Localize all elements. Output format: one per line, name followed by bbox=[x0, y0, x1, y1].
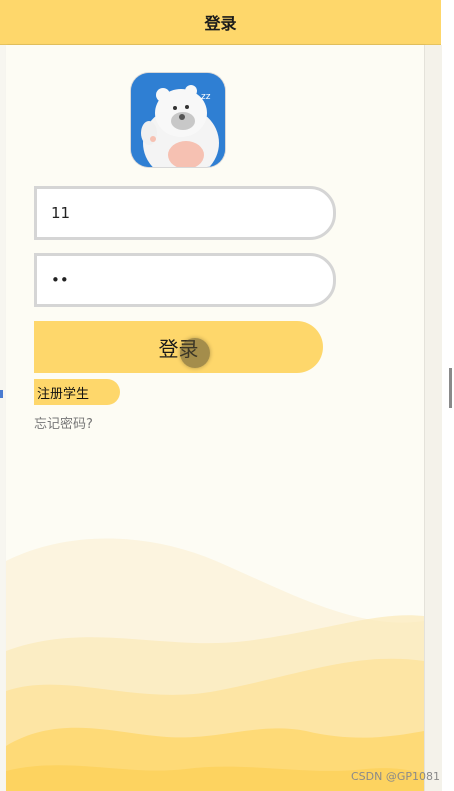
register-button-label: 注册学生 bbox=[37, 386, 90, 402]
login-button[interactable]: 登录 bbox=[34, 321, 323, 373]
password-input[interactable]: •• bbox=[34, 253, 336, 307]
touch-cursor-indicator bbox=[180, 338, 210, 368]
page-title: 登录 bbox=[204, 14, 237, 33]
header-bar: 登录 bbox=[0, 0, 441, 45]
password-value: •• bbox=[51, 271, 69, 289]
scrollbar-handle[interactable] bbox=[449, 368, 452, 408]
app-window: 登录 zz 11 •• 登录 注册学生 忘记密码? CSDN @GP1081 bbox=[0, 0, 454, 791]
right-gutter bbox=[424, 45, 442, 791]
left-edge-marker bbox=[0, 390, 3, 398]
bear-avatar-icon: zz bbox=[131, 73, 225, 167]
login-page: zz 11 •• 登录 注册学生 忘记密码? bbox=[6, 45, 424, 791]
wave-background bbox=[6, 538, 424, 791]
username-input[interactable]: 11 bbox=[34, 186, 336, 240]
username-value: 11 bbox=[51, 204, 71, 222]
watermark: CSDN @GP1081 bbox=[350, 770, 440, 783]
forgot-password-link[interactable]: 忘记密码? bbox=[34, 413, 93, 432]
svg-text:zz: zz bbox=[201, 92, 211, 102]
register-student-button[interactable]: 注册学生 bbox=[34, 379, 120, 405]
